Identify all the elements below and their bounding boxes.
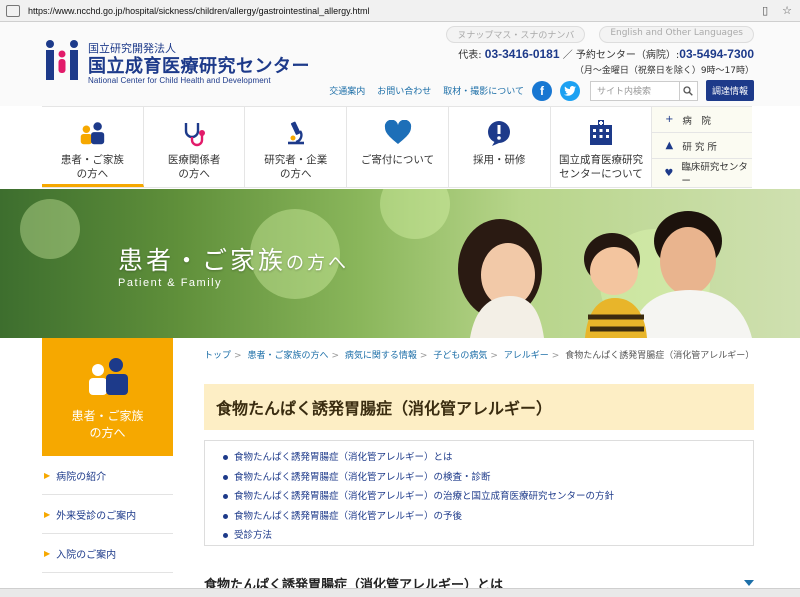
- lock-icon: [6, 4, 20, 17]
- sidebar-nav: ▶ 病院の紹介 ▶ 外来受診のご案内 ▶ 入院のご案内: [42, 456, 173, 573]
- research-institute-link[interactable]: ▲ 研 究 所: [652, 133, 753, 159]
- horizontal-scrollbar[interactable]: [0, 588, 800, 597]
- family-icon: [77, 119, 107, 147]
- breadcrumb-top[interactable]: トップ: [204, 351, 231, 361]
- sidebar-item-outpatient[interactable]: ▶ 外来受診のご案内: [42, 495, 173, 534]
- table-of-contents: 食物たんぱく誘発胃腸症（消化管アレルギー）とは 食物たんぱく誘発胃腸症（消化管ア…: [204, 440, 754, 546]
- page-title: 食物たんぱく誘発胃腸症（消化管アレルギー）: [216, 399, 553, 418]
- breadcrumb-current: 食物たんぱく誘発胃腸症（消化管アレルギー）: [565, 351, 755, 361]
- facebook-icon[interactable]: f: [531, 80, 552, 101]
- site-search-input[interactable]: サイト内検索: [589, 80, 698, 101]
- stethoscope-icon: [179, 119, 209, 147]
- org-name: 国立成育医療研究センター: [88, 56, 310, 76]
- nav-patients-family[interactable]: 患者・ご家族 の方へ: [42, 107, 144, 187]
- site-logo[interactable]: 国立研究開発法人 国立成育医療研究センター National Center fo…: [42, 38, 310, 85]
- chevron-down-icon[interactable]: [744, 580, 754, 586]
- page-title-box: 食物たんぱく誘発胃腸症（消化管アレルギー）: [204, 384, 754, 430]
- sidebar-title: 患者・ご家族 の方へ: [71, 409, 144, 440]
- search-icon[interactable]: [678, 81, 697, 100]
- flask-icon: ▲: [665, 140, 674, 151]
- toc-item[interactable]: 食物たんぱく誘発胃腸症（消化管アレルギー）の治療と国立成育医療研究センターの方針: [223, 487, 753, 507]
- press-link[interactable]: 取材・撮影について: [443, 84, 524, 97]
- access-link[interactable]: 交通案内: [329, 84, 365, 97]
- url-text[interactable]: https://www.ncchd.go.jp/hospital/sicknes…: [28, 6, 370, 16]
- bookmark-star-icon[interactable]: ☆: [782, 4, 792, 17]
- hero-banner: 患者・ご家族の方へ Patient & Family: [0, 189, 800, 338]
- main-phone: 03-3416-0181: [484, 47, 560, 61]
- reserve-phone: 03-5494-7300: [679, 47, 754, 61]
- arrow-right-icon: ▶: [44, 548, 51, 558]
- reader-icon[interactable]: ▯: [762, 4, 768, 17]
- facility-links: + 病 院 ▲ 研 究 所 ♥ 臨床研究センター: [652, 107, 753, 187]
- breadcrumb-children-disease[interactable]: 子どもの病気: [433, 351, 487, 361]
- procurement-button[interactable]: 調達情報: [705, 80, 754, 101]
- main-navigation: 患者・ご家族 の方へ 医療関係者 の方へ 研究者・企業 の方へ ご寄付について …: [42, 106, 753, 188]
- language-link[interactable]: English and Other Languages: [599, 26, 754, 43]
- family-icon: [83, 356, 133, 400]
- sidebar-item-hospital-intro[interactable]: ▶ 病院の紹介: [42, 456, 173, 495]
- toc-item[interactable]: 食物たんぱく誘発胃腸症（消化管アレルギー）の予後: [223, 507, 753, 527]
- toc-item[interactable]: 食物たんぱく誘発胃腸症（消化管アレルギー）の検査・診断: [223, 468, 753, 488]
- accessibility-link[interactable]: ヌナップマス・スナのナンバ: [446, 26, 586, 43]
- ncchd-logo-icon: [42, 38, 82, 82]
- breadcrumb-disease-info[interactable]: 病気に関する情報: [345, 351, 417, 361]
- browser-address-bar[interactable]: https://www.ncchd.go.jp/hospital/sicknes…: [0, 0, 800, 22]
- contact-info: 代表: 03-3416-0181 ／ 予約センター（病院）:03-5494-73…: [458, 47, 754, 76]
- nav-recruitment-training[interactable]: 採用・研修: [449, 107, 551, 187]
- hospital-link[interactable]: + 病 院: [652, 107, 753, 133]
- cross-icon: +: [665, 114, 674, 125]
- heart-small-icon: ♥: [664, 167, 674, 179]
- breadcrumb-patients[interactable]: 患者・ご家族の方へ: [247, 351, 328, 361]
- nav-donations[interactable]: ご寄付について: [347, 107, 449, 187]
- breadcrumb-allergy[interactable]: アレルギー: [504, 351, 549, 361]
- org-name-en: National Center for Child Health and Dev…: [88, 76, 271, 85]
- sidebar-item-inpatient[interactable]: ▶ 入院のご案内: [42, 534, 173, 573]
- arrow-right-icon: ▶: [44, 470, 51, 480]
- building-icon: [586, 119, 616, 147]
- heart-icon: [383, 119, 413, 147]
- toc-item[interactable]: 食物たんぱく誘発胃腸症（消化管アレルギー）とは: [223, 448, 753, 468]
- arrow-right-icon: ▶: [44, 509, 51, 519]
- reception-hours: （月～金曜日（祝祭日を除く）9時～17時）: [574, 66, 754, 76]
- contact-link[interactable]: お問い合わせ: [377, 84, 431, 97]
- hero-title: 患者・ご家族の方へ: [118, 246, 350, 275]
- hero-subtitle: Patient & Family: [118, 277, 223, 289]
- site-header: 国立研究開発法人 国立成育医療研究センター National Center fo…: [0, 22, 800, 106]
- nav-medical-professionals[interactable]: 医療関係者 の方へ: [144, 107, 246, 187]
- microscope-icon: [281, 119, 311, 147]
- nav-about-center[interactable]: 国立成育医療研究 センターについて: [551, 107, 653, 187]
- toc-item[interactable]: 受診方法: [223, 526, 753, 546]
- clinical-research-center-link[interactable]: ♥ 臨床研究センター: [652, 159, 753, 187]
- nav-researchers-companies[interactable]: 研究者・企業 の方へ: [245, 107, 348, 187]
- breadcrumb: トップ > 患者・ご家族の方へ > 病気に関する情報 > 子どもの病気 > アレルギー >…: [204, 351, 755, 361]
- org-type: 国立研究開発法人: [88, 43, 176, 55]
- exclamation-icon: [484, 119, 514, 147]
- twitter-icon[interactable]: [559, 80, 580, 101]
- sidebar-heading: 患者・ご家族 の方へ: [42, 338, 173, 456]
